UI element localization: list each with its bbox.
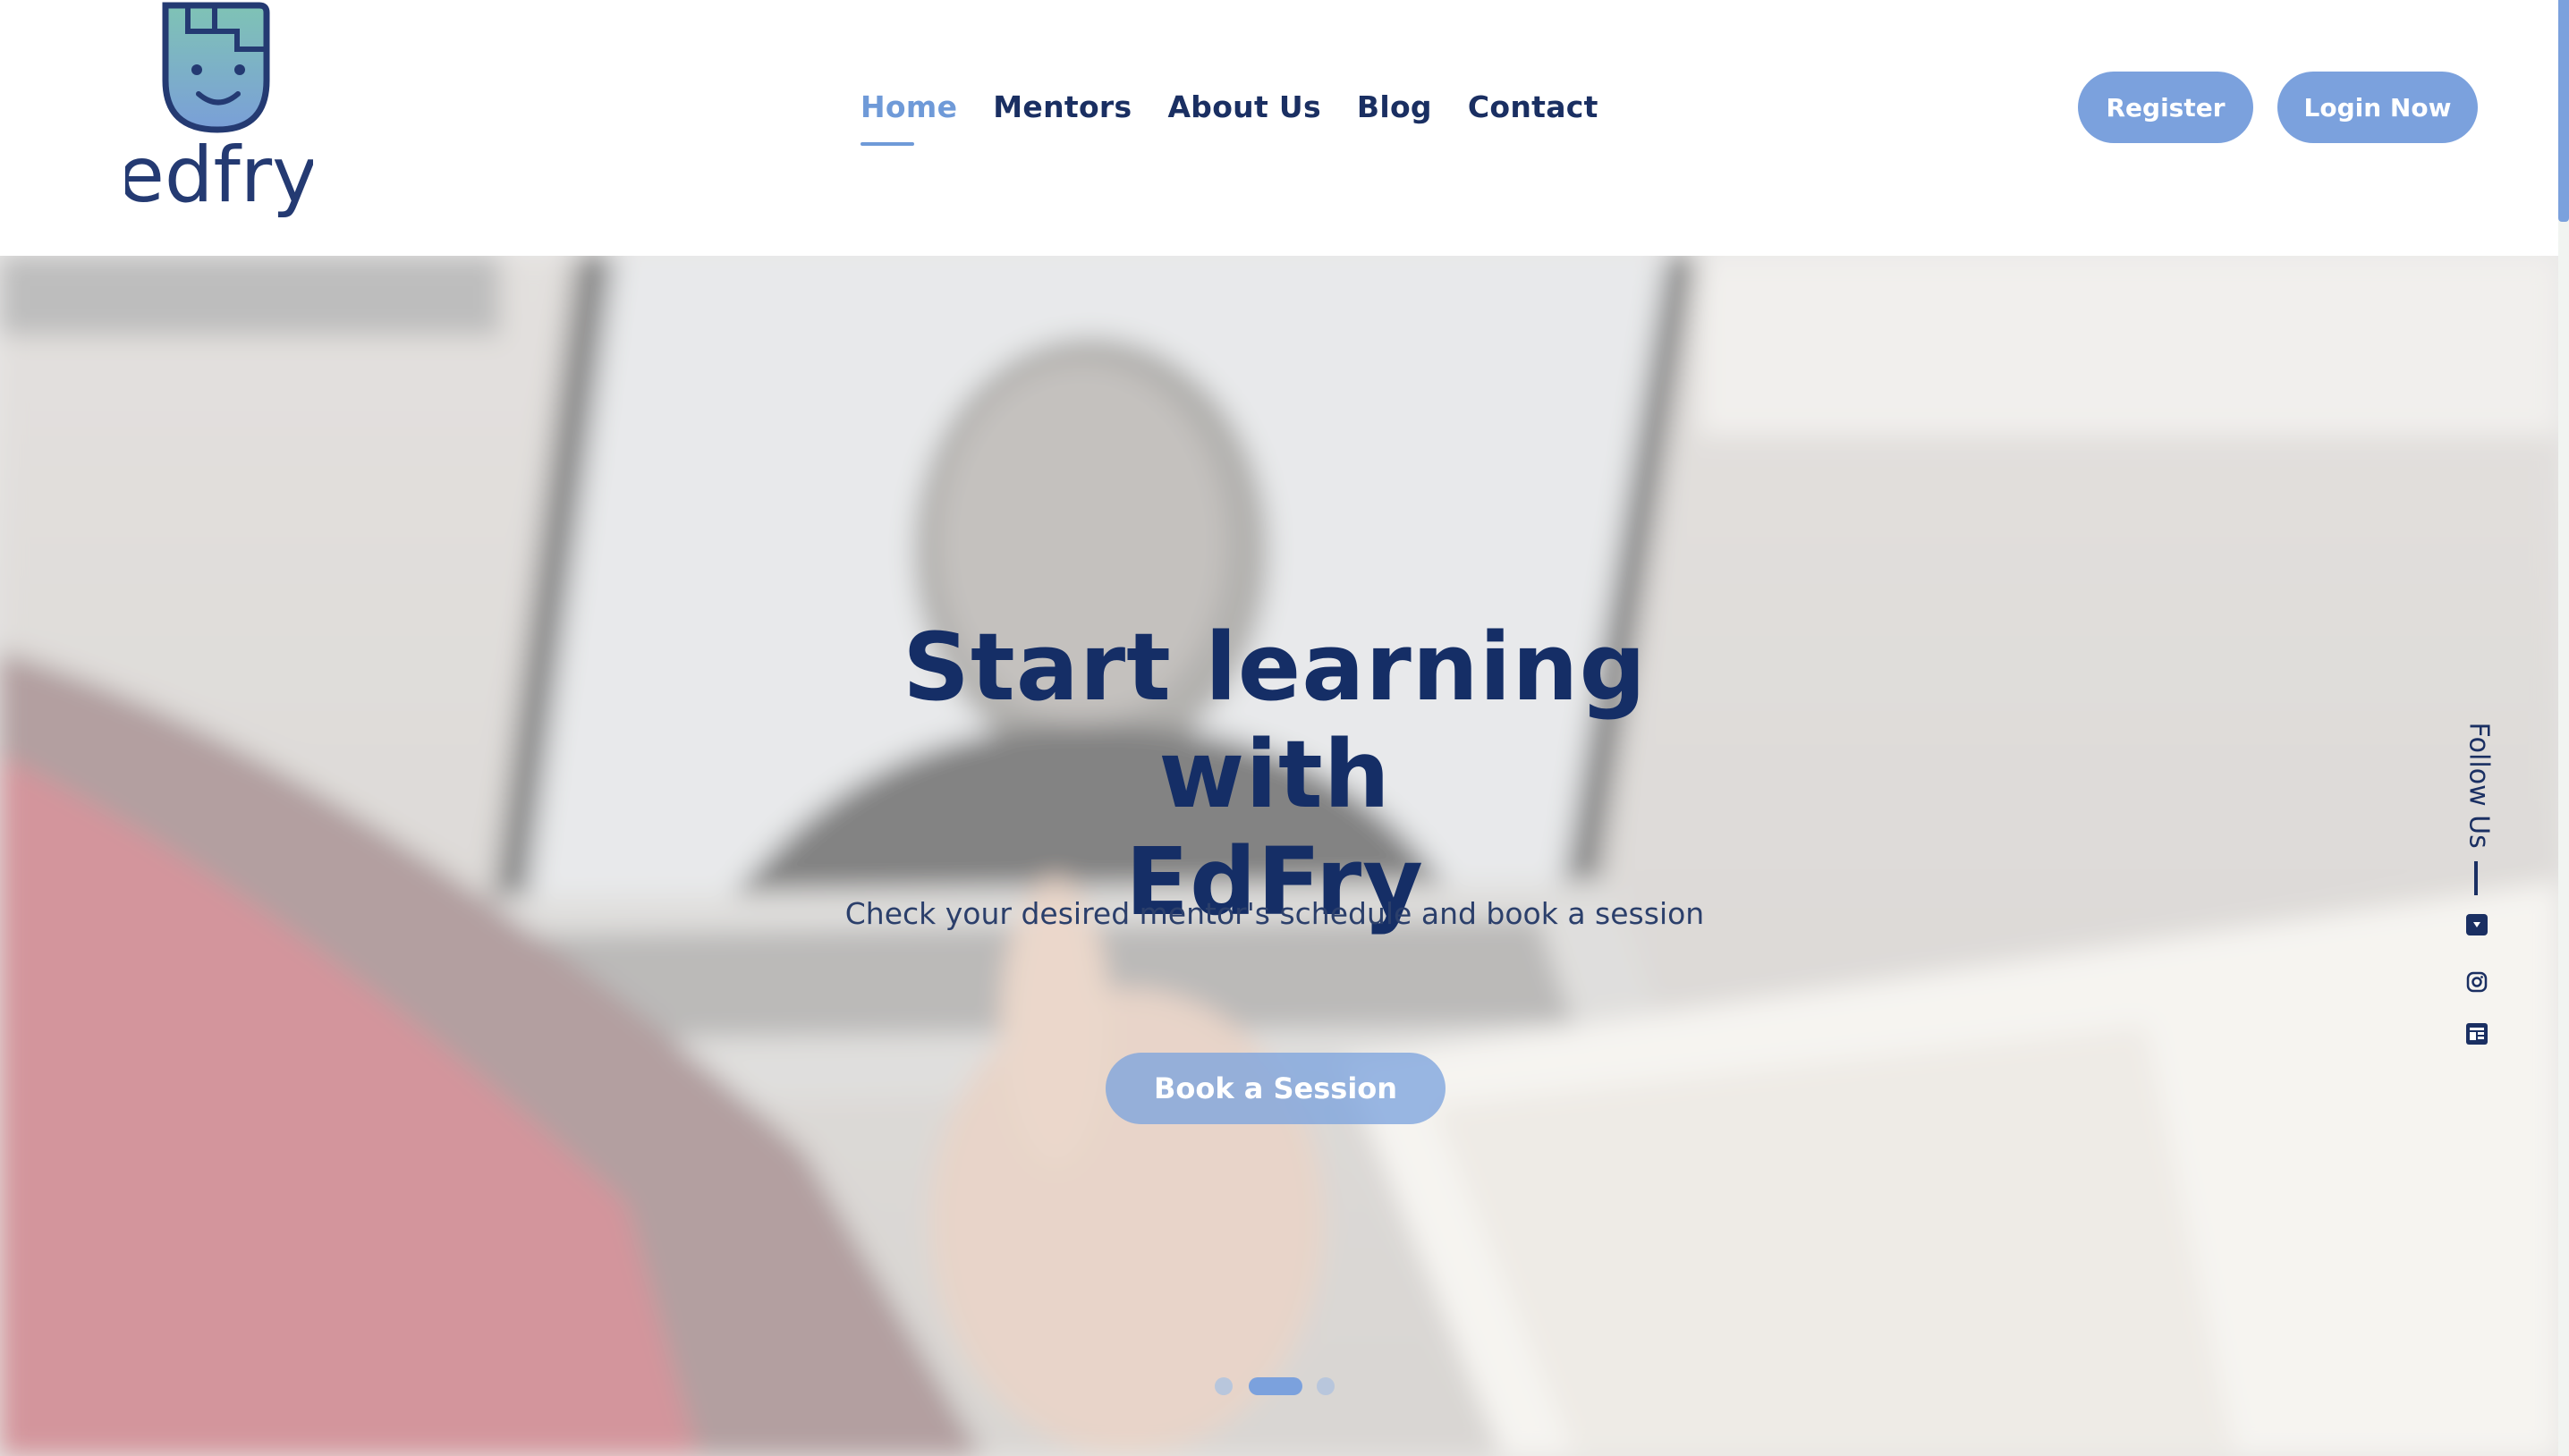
nav-home[interactable]: Home (861, 89, 957, 146)
login-button[interactable]: Login Now (2277, 72, 2478, 143)
blog-icon[interactable] (2465, 1022, 2488, 1045)
site-header: edfry Home Mentors About Us Blog Contact… (0, 0, 2558, 256)
hero-subtitle: Check your desired mentor's schedule and… (844, 896, 1705, 931)
hero-title: Start learning with EdFry (787, 614, 1762, 935)
register-button[interactable]: Register (2078, 72, 2253, 143)
hero-title-line1: Start learning with (903, 613, 1647, 829)
book-session-button[interactable]: Book a Session (1106, 1053, 1446, 1124)
youtube-icon[interactable] (2465, 913, 2488, 936)
nav-mentors[interactable]: Mentors (993, 89, 1132, 137)
nav-about-us[interactable]: About Us (1167, 89, 1320, 137)
instagram-icon[interactable] (2465, 970, 2488, 994)
slider-dot-3[interactable] (1317, 1377, 1335, 1395)
edfry-logo[interactable]: edfry (125, 0, 313, 224)
page-scrollbar-thumb[interactable] (2558, 0, 2569, 222)
slider-dot-2[interactable] (1249, 1377, 1302, 1395)
main-nav: Home Mentors About Us Blog Contact (861, 89, 1598, 146)
logo-wordmark: edfry (125, 131, 313, 220)
follow-divider (2474, 861, 2478, 895)
slider-dot-1[interactable] (1215, 1377, 1233, 1395)
follow-us-bar: Follow Us (2458, 711, 2495, 1069)
nav-contact[interactable]: Contact (1468, 89, 1598, 137)
hero-slider: Start learning with EdFry Check your des… (0, 256, 2558, 1456)
nav-blog[interactable]: Blog (1357, 89, 1432, 137)
slider-pagination (1215, 1374, 1340, 1395)
follow-us-label: Follow Us (2463, 722, 2495, 849)
